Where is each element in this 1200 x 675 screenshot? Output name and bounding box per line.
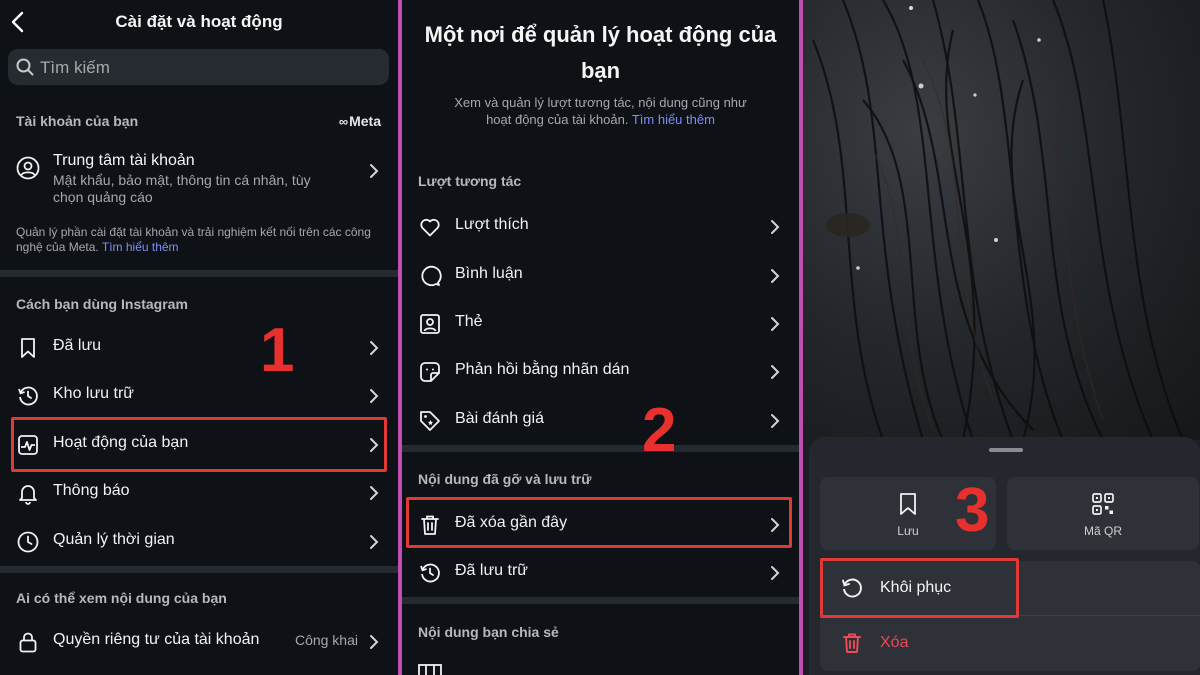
options-bottom-sheet: Lưu Mã QR Khôi phục Xóa [809,437,1200,675]
sheet-grabber[interactable] [989,448,1023,452]
highlight-box-recently-deleted [406,497,792,548]
menu-item-label: Bài đánh giá [455,410,544,427]
post-options-panel: Lưu Mã QR Khôi phục Xóa 3 [803,0,1200,675]
search-placeholder: Tìm kiếm [40,58,110,77]
qr-code-icon [1092,493,1114,515]
menu-item-notifications[interactable]: Thông báo [0,471,398,515]
chevron-right-icon [370,389,379,403]
menu-item-label: Thông báo [53,482,130,499]
chevron-right-icon [771,220,780,234]
chevron-right-icon [370,164,379,178]
section-divider [402,597,799,604]
section-removed-label: Nội dung đã gỡ và lưu trữ [418,471,592,487]
section-account-label: Tài khoản của bạn [16,113,139,129]
review-tag-icon [420,411,440,431]
privacy-status-value: Công khai [294,632,358,648]
menu-item-label: Thẻ [455,313,483,330]
menu-item-label: Phản hồi bằng nhãn dán [455,361,630,378]
menu-item-archived[interactable]: Đã lưu trữ [402,551,799,595]
bell-icon [19,485,37,505]
page-title: Một nơi để quản lý hoạt động của bạn [424,22,777,83]
menu-item-comments[interactable]: Bình luận [402,254,799,298]
chevron-right-icon [771,365,780,379]
chevron-right-icon [771,317,780,331]
account-center-row[interactable]: Trung tâm tài khoản Mật khẩu, bảo mật, t… [0,148,398,208]
menu-item-label: Đã lưu trữ [455,562,528,579]
menu-item-label: Kho lưu trữ [53,385,135,402]
qr-code-label: Mã QR [1083,524,1122,538]
menu-item-likes[interactable]: Lượt thích [402,205,799,249]
learn-more-link[interactable]: Tìm hiểu thêm [102,240,179,254]
menu-item-label: Lượt thích [455,216,529,233]
menu-item-label: Đã lưu [53,337,102,354]
meta-logo: ∞ Meta [338,113,381,129]
chevron-right-icon [771,414,780,428]
chevron-right-icon [370,486,379,500]
section-usage-label: Cách bạn dùng Instagram [16,296,188,312]
comment-bubble-icon [421,265,442,287]
step-number-1: 1 [260,316,295,385]
bookmark-icon [21,338,35,358]
highlight-box-your-activity [11,417,387,472]
account-circle-icon [16,156,40,180]
chevron-right-icon [370,341,379,355]
chevron-right-icon [771,269,780,283]
header: Cài đặt và hoạt động [0,0,398,44]
learn-more-link[interactable]: Tìm hiểu thêm [632,112,715,127]
archive-history-icon [420,563,440,583]
section-divider [0,566,398,573]
menu-item-label: Bình luận [455,265,523,282]
delete-button[interactable]: Xóa [820,616,1200,670]
meta-infinity-icon: ∞ [338,114,348,129]
hair-photo-texture [811,0,1185,441]
sticker-icon [420,362,440,382]
heart-icon [420,218,440,237]
menu-item-label: Quản lý thời gian [53,531,175,548]
lock-icon [19,632,37,653]
account-center-subtitle: Mật khẩu, bảo mật, thông tin cá nhân, tù… [53,172,311,205]
trash-icon [843,633,861,653]
your-activity-panel: Một nơi để quản lý hoạt động của bạn Xem… [402,0,799,675]
step-number-3: 3 [955,476,990,545]
tag-person-icon [420,314,440,334]
page-description: Xem và quản lý lượt tương tác, nội dung … [454,95,747,127]
delete-label: Xóa [880,634,909,651]
section-divider [0,270,398,277]
bookmark-icon [900,493,916,515]
menu-item-account-privacy[interactable]: Quyền riêng tư của tài khoản Công khai [0,620,398,664]
chevron-right-icon [370,635,379,649]
section-privacy-label: Ai có thể xem nội dung của bạn [16,590,227,606]
menu-item-time-management[interactable]: Quản lý thời gian [0,520,398,564]
menu-item-reviews[interactable]: Bài đánh giá [402,399,799,443]
page-title: Cài đặt và hoạt động [115,12,283,31]
section-interactions-label: Lượt tương tác [418,173,522,189]
search-input[interactable]: Tìm kiếm [8,49,389,85]
highlight-box-restore [820,558,1019,618]
section-divider [402,445,799,452]
search-icon [16,58,34,76]
menu-item-saved[interactable]: Đã lưu [0,326,398,370]
grid-icon [418,664,442,675]
archive-history-icon [18,386,38,406]
clock-icon [17,531,39,553]
menu-item-sticker-responses[interactable]: Phản hồi bằng nhãn dán [402,350,799,394]
chevron-right-icon [771,566,780,580]
qr-code-button[interactable]: Mã QR [1007,477,1199,550]
post-photo [803,0,1200,441]
menu-item-archive[interactable]: Kho lưu trữ [0,374,398,418]
account-center-title: Trung tâm tài khoản [53,152,195,169]
step-number-2: 2 [642,396,677,465]
chevron-right-icon [370,535,379,549]
account-note: Quản lý phần cài đặt tài khoản và trải n… [16,225,371,254]
menu-item-tags[interactable]: Thẻ [402,302,799,346]
settings-panel: Cài đặt và hoạt động Tìm kiếm Tài khoản … [0,0,398,675]
menu-item-label: Quyền riêng tư của tài khoản [53,631,260,648]
section-shared-label: Nội dung bạn chia sẻ [418,624,559,640]
